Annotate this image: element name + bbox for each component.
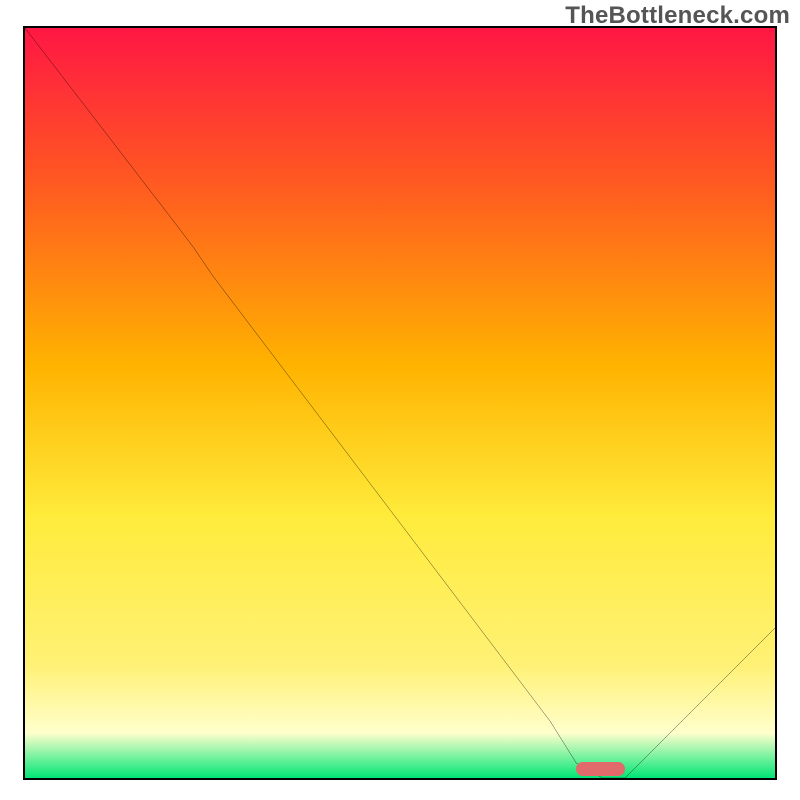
plot-area — [23, 26, 777, 780]
chart-container: TheBottleneck.com — [0, 0, 800, 800]
chart-svg — [25, 28, 775, 778]
bottleneck-marker — [576, 762, 625, 776]
gradient-background — [25, 28, 775, 778]
